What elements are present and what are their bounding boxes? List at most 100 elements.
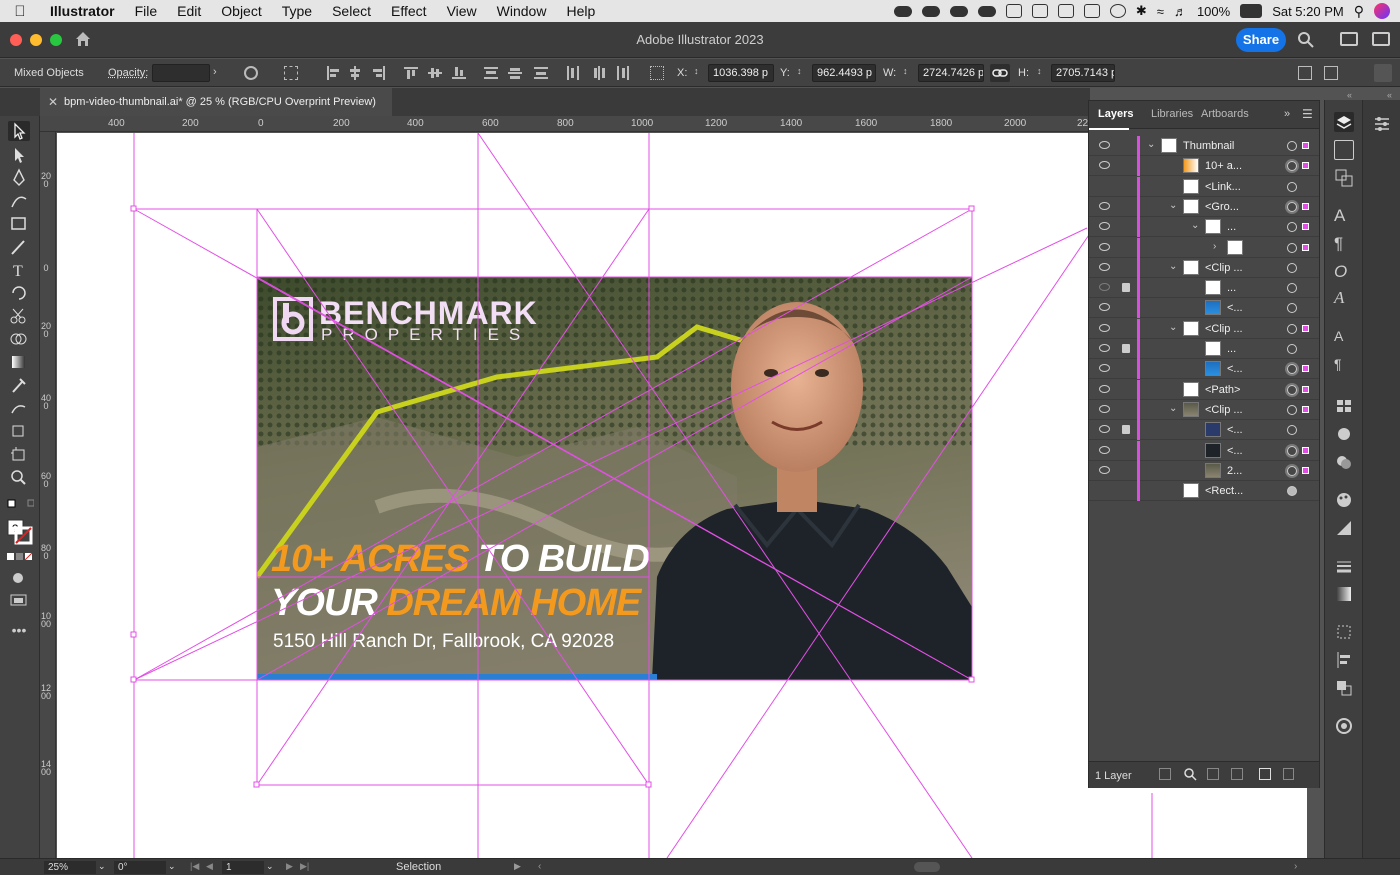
lock-icon[interactable] — [1122, 283, 1130, 293]
menu-file[interactable]: File — [125, 0, 168, 22]
w-input[interactable]: 2724.7426 p — [918, 64, 984, 82]
align-bottom-icon[interactable] — [452, 66, 466, 80]
dock-collapse-icon[interactable]: « — [1347, 90, 1352, 100]
selection-indicator[interactable] — [1302, 385, 1309, 393]
volume-icon[interactable]: ♬ — [1174, 4, 1187, 19]
align-to-selection-icon[interactable] — [284, 66, 298, 80]
selection-tool-icon[interactable] — [8, 121, 30, 141]
align-right-icon[interactable] — [372, 66, 386, 80]
swatches-panel-icon[interactable] — [1334, 396, 1354, 416]
layer-name[interactable]: <... — [1227, 424, 1243, 436]
target-appearance-icon[interactable] — [1287, 161, 1297, 172]
opacity-dropdown-chevron-icon[interactable]: › — [213, 66, 217, 78]
arrange-documents-icon[interactable] — [1372, 32, 1390, 46]
constrain-proportions-link-icon[interactable] — [990, 64, 1010, 82]
workspace-switcher-icon[interactable] — [1340, 32, 1358, 46]
distribute-top-icon[interactable] — [484, 66, 498, 80]
cloud-icon-2[interactable] — [949, 5, 968, 17]
target-appearance-icon[interactable] — [1287, 445, 1297, 456]
visibility-eye-icon[interactable] — [1099, 222, 1110, 231]
color-guide-icon[interactable] — [1334, 518, 1354, 538]
visibility-eye-icon[interactable] — [1099, 404, 1110, 413]
chevron-down-icon[interactable]: ⌄ — [1169, 200, 1177, 211]
align-panel-icon[interactable] — [1334, 650, 1354, 670]
y-stepper-icon[interactable]: ↕ — [797, 66, 802, 76]
character-panel-icon[interactable]: A — [1334, 206, 1354, 226]
menu-select[interactable]: Select — [322, 0, 381, 22]
target-appearance-icon[interactable] — [1287, 141, 1297, 151]
layer-row[interactable]: <... — [1089, 440, 1319, 461]
type-tool-icon[interactable]: T — [8, 260, 30, 280]
layer-name[interactable]: ... — [1227, 343, 1236, 355]
selection-indicator[interactable] — [1302, 142, 1309, 149]
edit-toolbar-icon[interactable]: ••• — [8, 622, 30, 642]
x-input[interactable]: 1036.398 p — [708, 64, 774, 82]
selection-indicator[interactable] — [1302, 446, 1309, 454]
layer-row[interactable]: 10+ a... — [1089, 156, 1319, 177]
rotation-dropdown-chevron-icon[interactable]: ⌄ — [168, 861, 176, 872]
target-appearance-icon[interactable] — [1287, 242, 1297, 253]
share-button[interactable]: Share — [1236, 28, 1286, 52]
layer-name[interactable]: <Clip ... — [1205, 323, 1243, 335]
draw-mode-icon[interactable] — [8, 568, 30, 588]
menu-view[interactable]: View — [437, 0, 487, 22]
brushes-panel-icon[interactable] — [1334, 424, 1354, 444]
layer-row[interactable]: › — [1089, 237, 1319, 258]
clock[interactable]: Sat 5:20 PM — [1272, 4, 1344, 19]
layer-name[interactable]: <Clip ... — [1205, 262, 1243, 274]
target-appearance-icon[interactable] — [1287, 425, 1297, 436]
align-hcenter-icon[interactable] — [348, 66, 362, 80]
selection-indicator[interactable] — [1302, 223, 1309, 231]
visibility-eye-icon[interactable] — [1099, 262, 1110, 271]
target-appearance-icon[interactable] — [1287, 222, 1297, 233]
target-appearance-icon[interactable] — [1287, 384, 1297, 395]
selection-indicator[interactable] — [1302, 365, 1309, 373]
live-paint-tool-icon[interactable] — [8, 421, 30, 441]
opacity-label[interactable]: Opacity: — [108, 67, 148, 79]
document-tab[interactable]: bpm-video-thumbnail.ai* @ 25 % (RGB/CPU … — [40, 88, 392, 116]
previous-artboard-icon[interactable]: ◀ — [206, 861, 213, 872]
selection-indicator[interactable] — [1302, 324, 1309, 332]
eyedropper-tool-icon[interactable] — [8, 375, 30, 395]
search-icon[interactable] — [1297, 31, 1315, 49]
battery-icon[interactable] — [1240, 4, 1263, 18]
layer-name[interactable]: ... — [1227, 221, 1236, 233]
gradient-tool-icon[interactable] — [8, 352, 30, 372]
recolor-artwork-icon[interactable] — [244, 66, 258, 80]
visibility-eye-icon[interactable] — [1099, 242, 1110, 251]
visibility-eye-icon[interactable] — [1099, 384, 1110, 393]
layer-name[interactable]: <... — [1227, 445, 1243, 457]
layer-name[interactable]: ... — [1227, 282, 1236, 294]
align-top-icon[interactable] — [404, 66, 418, 80]
layer-row[interactable]: <Rect... — [1089, 481, 1319, 502]
layer-name[interactable]: <... — [1227, 363, 1243, 375]
collect-for-export-icon[interactable] — [1159, 768, 1171, 780]
tab-layers[interactable]: Layers — [1098, 108, 1133, 120]
target-appearance-icon[interactable] — [1287, 283, 1297, 294]
h-stepper-icon[interactable]: ↕ — [1037, 66, 1042, 76]
vertical-ruler[interactable]: 200 0 200 400 600 800 1000 1200 1400 — [40, 132, 56, 858]
target-appearance-icon[interactable] — [1287, 303, 1297, 314]
layer-name[interactable]: <Path> — [1205, 384, 1240, 396]
visibility-eye-icon[interactable] — [1099, 425, 1110, 434]
layer-name[interactable]: <Rect... — [1205, 485, 1243, 497]
visibility-eye-icon[interactable] — [1099, 303, 1110, 312]
target-appearance-icon[interactable] — [1287, 262, 1297, 273]
layer-row[interactable]: ⌄... — [1089, 217, 1319, 238]
zoom-tool-icon[interactable] — [8, 467, 30, 487]
paragraph-styles-icon[interactable]: ¶ — [1334, 356, 1354, 376]
last-artboard-icon[interactable]: ▶| — [300, 861, 309, 872]
blend-tool-icon[interactable] — [8, 398, 30, 418]
appearance-panel-icon[interactable] — [1334, 716, 1354, 736]
opacity-input[interactable] — [152, 64, 210, 82]
rotate-tool-icon[interactable] — [8, 283, 30, 303]
lock-icon[interactable] — [1122, 344, 1130, 353]
layer-row[interactable]: ⌄ <Clip ... — [1089, 257, 1319, 278]
visibility-eye-icon[interactable] — [1099, 344, 1110, 352]
target-appearance-icon[interactable] — [1287, 323, 1297, 334]
transform-panel-icon-dock[interactable] — [1334, 622, 1354, 642]
layer-row[interactable]: 2... — [1089, 460, 1319, 481]
horizontal-ruler[interactable]: 400 200 0 200 400 600 800 1000 1200 1400… — [40, 116, 1090, 132]
delete-layer-icon[interactable] — [1283, 768, 1294, 780]
rotation-field[interactable]: 0° — [114, 861, 166, 874]
